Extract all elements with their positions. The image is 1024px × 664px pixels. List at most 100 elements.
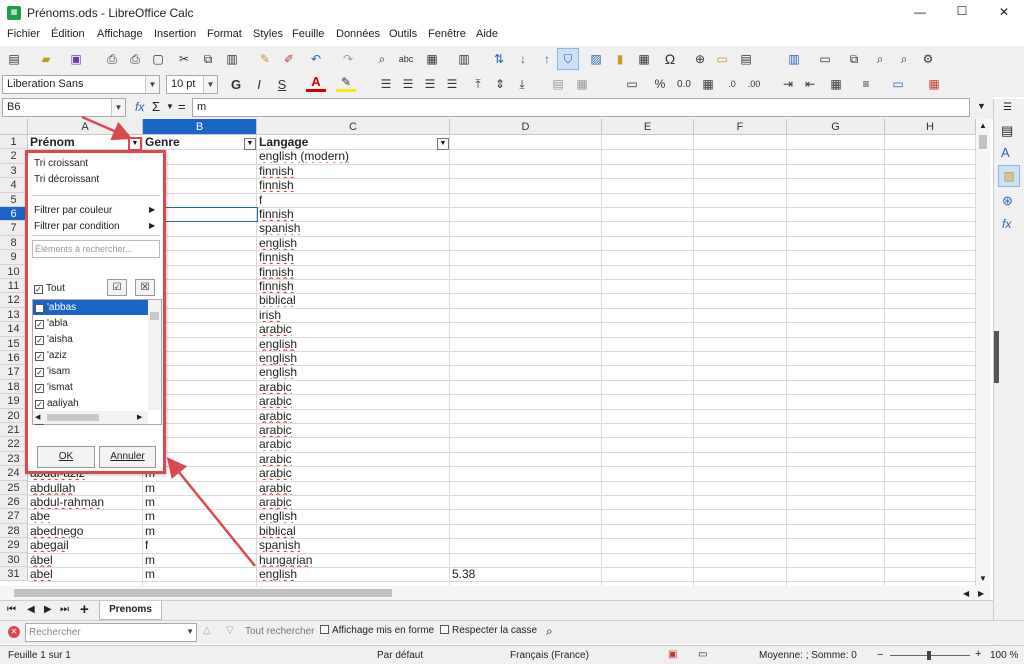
close-find-icon[interactable]: ✕ [8, 626, 20, 638]
open-icon[interactable]: ▰ [36, 49, 56, 69]
row-header[interactable]: 5 [0, 192, 28, 207]
sidebar-menu-icon[interactable]: ☰ [1003, 102, 1012, 113]
align-center-icon[interactable]: ☰ [398, 74, 418, 94]
formula-equals-icon[interactable]: = [178, 99, 186, 114]
menu-format[interactable]: Format [207, 28, 242, 40]
cell-langage[interactable]: arabic [259, 452, 292, 466]
zoom-level[interactable]: 100 % [990, 650, 1018, 661]
cell-prenom[interactable]: abdul-rahman [30, 495, 104, 509]
cell-genre[interactable]: f [145, 538, 148, 552]
underline-button[interactable]: S [272, 74, 292, 94]
row-header[interactable]: 20 [0, 408, 28, 423]
save-icon[interactable]: ▣ [66, 49, 86, 69]
cell-d[interactable]: 5.38 [452, 567, 475, 581]
formula-input[interactable]: m [192, 98, 970, 117]
chevron-down-icon[interactable]: ▼ [111, 99, 125, 116]
font-color-icon[interactable]: A [306, 74, 326, 92]
row-header[interactable]: 28 [0, 523, 28, 539]
menu-aide[interactable]: Aide [476, 28, 498, 40]
page-style[interactable]: Par défaut [377, 650, 423, 661]
cell-langage[interactable]: biblical [259, 293, 296, 307]
row-header[interactable]: 16 [0, 351, 28, 366]
autofilter-button-langage[interactable]: ▼ [437, 138, 449, 150]
select-all-corner[interactable] [0, 119, 28, 135]
h-scroll-thumb[interactable] [14, 589, 392, 597]
clear-formatting-icon[interactable]: ✐ [279, 49, 299, 69]
align-top-icon[interactable]: ⤒ [468, 74, 488, 94]
row-header[interactable]: 1 [0, 135, 28, 150]
bold-button[interactable]: G [226, 74, 246, 94]
align-middle-icon[interactable]: ⇕ [490, 74, 510, 94]
pivot-table-icon[interactable]: ▦ [634, 49, 654, 69]
cell-genre[interactable]: m [145, 481, 155, 495]
menu-insertion[interactable]: Insertion [154, 28, 196, 40]
last-sheet-icon[interactable]: ⏭ [60, 604, 69, 615]
filter-by-condition-item[interactable]: Filtrer par condition [34, 221, 120, 232]
cell-langage[interactable]: finnish [259, 265, 294, 279]
language[interactable]: Français (France) [510, 650, 589, 661]
row-header[interactable]: 7 [0, 221, 28, 236]
row-header[interactable]: 22 [0, 437, 28, 452]
sum-dropdown-icon[interactable]: ▼ [166, 102, 174, 111]
column-header[interactable]: D [450, 119, 602, 135]
cell-langage[interactable]: finnish [259, 207, 294, 221]
row-icon[interactable]: ▦ [422, 49, 442, 69]
font-size-box[interactable]: 10 pt ▼ [166, 75, 218, 94]
filter-list-item[interactable]: ✓ aaliyah [33, 396, 151, 411]
cell-langage[interactable]: arabic [259, 423, 292, 437]
list-scroll-thumb[interactable] [150, 312, 159, 320]
styles-icon[interactable]: A [1001, 145, 1010, 160]
cell-langage[interactable]: spanish [259, 538, 300, 552]
font-name-box[interactable]: Liberation Sans ▼ [2, 75, 160, 94]
row-header[interactable]: 23 [0, 451, 28, 467]
column-header[interactable]: F [694, 119, 787, 135]
uncheck-all-button[interactable]: ☒ [135, 279, 155, 296]
expand-formula-icon[interactable]: ▼ [977, 101, 986, 111]
add-decimal-icon[interactable]: .0 [722, 74, 742, 94]
cell-prenom[interactable]: ábel [30, 553, 53, 567]
borders-icon[interactable]: ▦ [826, 74, 846, 94]
autofilter-button-genre[interactable]: ▼ [244, 138, 256, 150]
filter-list-item[interactable]: ✓'aziz [33, 348, 151, 363]
filter-list-item[interactable]: ✓'aisha [33, 332, 151, 347]
merge-icon[interactable]: ▦ [572, 74, 592, 94]
sort-icon[interactable]: ⇅ [489, 49, 509, 69]
vertical-scrollbar[interactable]: ▲ ▼ [976, 119, 990, 586]
header-cell-langage[interactable]: Langage [259, 135, 308, 149]
sort-descending-icon[interactable]: ↑ [537, 49, 557, 69]
cell-langage[interactable]: finnish [259, 250, 294, 264]
column-icon[interactable]: ▥ [454, 49, 474, 69]
copy-icon[interactable]: ⧉ [198, 49, 218, 69]
cell-genre[interactable]: m [145, 509, 155, 523]
cell-langage[interactable]: english [259, 236, 297, 250]
cell-langage[interactable]: arabic [259, 394, 292, 408]
cell-langage[interactable]: arabic [259, 495, 292, 509]
cell-genre[interactable]: m [145, 495, 155, 509]
list-hscroll[interactable]: ◀ ▶ [33, 411, 148, 424]
menu-fichier[interactable]: Fichier [7, 28, 40, 40]
find-previous-icon[interactable]: △ [203, 625, 211, 636]
date-icon[interactable]: ▦ [698, 74, 718, 94]
row-header[interactable]: 26 [0, 495, 28, 510]
filter-by-color-item[interactable]: Filtrer par couleur [34, 205, 112, 216]
zoom-icon[interactable]: ⌕ [870, 49, 890, 69]
column-header[interactable]: E [602, 119, 694, 135]
cell-langage[interactable]: hungarian [259, 553, 312, 567]
cell-langage[interactable]: english [259, 365, 297, 379]
cell-langage[interactable]: finnish [259, 178, 294, 192]
wrap-icon[interactable]: ▤ [548, 74, 568, 94]
paste-icon[interactable]: ▥ [222, 49, 242, 69]
find-replace-icon[interactable]: ⌕ [546, 624, 553, 639]
sum-icon[interactable]: Σ [152, 99, 160, 114]
decrease-indent-icon[interactable]: ⇤ [800, 74, 820, 94]
find-replace-icon[interactable]: ⌕ [372, 49, 392, 69]
filter-list-item[interactable]: ✓'abbas [33, 300, 151, 315]
redo-icon[interactable]: ↷ [338, 49, 358, 69]
zoom-out-icon[interactable]: − [877, 649, 883, 661]
italic-button[interactable]: I [249, 74, 269, 94]
selection-stats[interactable]: Moyenne: ; Somme: 0 [759, 650, 857, 661]
cell-langage[interactable]: english [259, 337, 297, 351]
first-sheet-icon[interactable]: ⏮ [7, 604, 16, 615]
sheet-tab-prenoms[interactable]: Prenoms [99, 601, 162, 620]
row-header[interactable]: 31 [0, 567, 28, 582]
